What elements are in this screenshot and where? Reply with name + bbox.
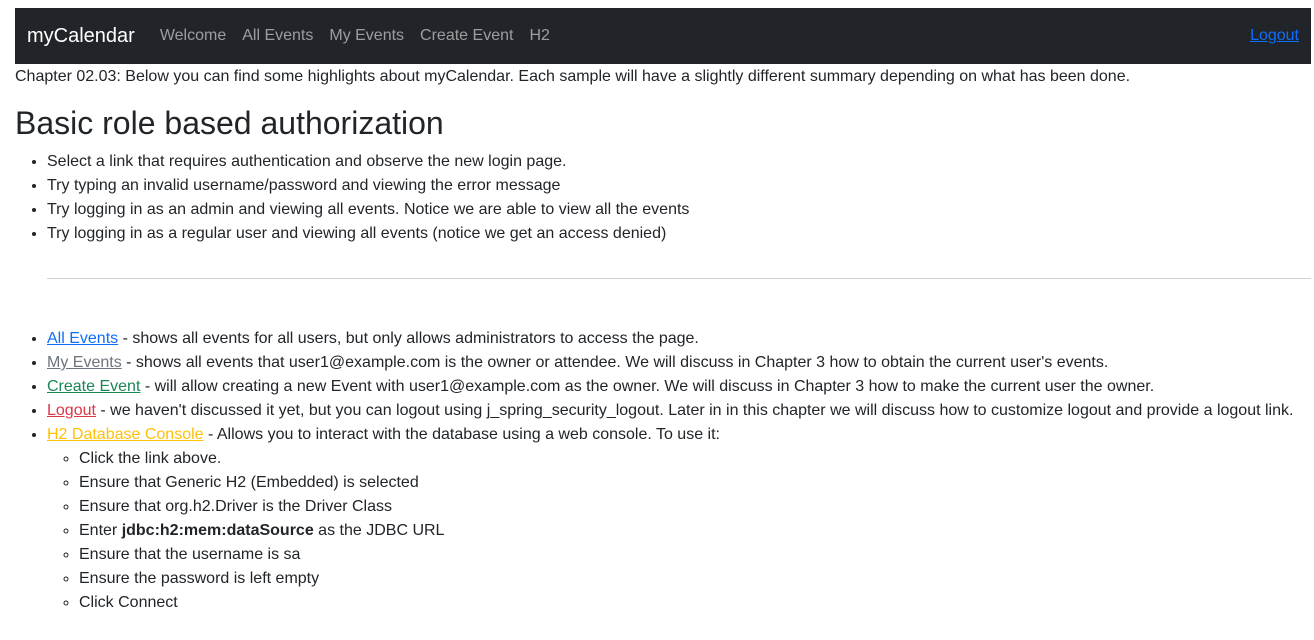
feature-item-create-event: Create Event - will allow creating a new… [47, 375, 1311, 399]
jdbc-url: jdbc:h2:mem:dataSource [121, 522, 314, 539]
step-prefix: Enter [79, 522, 122, 539]
list-item: Try typing an invalid username/password … [47, 174, 1307, 198]
h2-steps-list: Click the link above. Ensure that Generi… [47, 447, 1311, 615]
features-list: All Events - shows all events for all us… [15, 327, 1311, 615]
feature-item-logout: Logout - we haven't discussed it yet, bu… [47, 399, 1311, 423]
nav-h2[interactable]: H2 [529, 27, 549, 45]
list-item: Click the link above. [79, 447, 1311, 471]
feature-description: - shows all events for all users, but on… [118, 330, 699, 347]
list-item: Try logging in as an admin and viewing a… [47, 198, 1307, 222]
list-item: Ensure the password is left empty [79, 567, 1311, 591]
steps-list: Select a link that requires authenticati… [15, 150, 1307, 246]
feature-item-all-events: All Events - shows all events for all us… [47, 327, 1311, 351]
logout-link[interactable]: Logout [1250, 27, 1299, 44]
list-item: Click Connect [79, 591, 1311, 615]
create-event-link[interactable]: Create Event [47, 378, 140, 395]
nav-links: Welcome All Events My Events Create Even… [160, 27, 566, 45]
feature-item-h2-console: H2 Database Console - Allows you to inte… [47, 423, 1311, 615]
step-suffix: as the JDBC URL [313, 522, 445, 539]
nav-right: Logout [1250, 27, 1299, 45]
list-item: Ensure that org.h2.Driver is the Driver … [79, 495, 1311, 519]
page: myCalendar Welcome All Events My Events … [0, 0, 1314, 640]
list-item: Enter jdbc:h2:mem:dataSource as the JDBC… [79, 519, 1311, 543]
nav-create-event[interactable]: Create Event [420, 27, 513, 45]
feature-description: - will allow creating a new Event with u… [140, 378, 1155, 395]
list-item: Select a link that requires authenticati… [47, 150, 1307, 174]
h2-console-link[interactable]: H2 Database Console [47, 426, 204, 443]
feature-description: - shows all events that user1@example.co… [121, 354, 1109, 371]
feature-description: - Allows you to interact with the databa… [203, 426, 720, 443]
brand-link[interactable]: myCalendar [27, 25, 135, 48]
top-navbar: myCalendar Welcome All Events My Events … [15, 8, 1311, 64]
feature-item-my-events: My Events - shows all events that user1@… [47, 351, 1311, 375]
all-events-link[interactable]: All Events [47, 330, 118, 347]
my-events-link[interactable]: My Events [47, 354, 122, 371]
nav-welcome[interactable]: Welcome [160, 27, 226, 45]
feature-description: - we haven't discussed it yet, but you c… [95, 402, 1294, 419]
list-item: Ensure that Generic H2 (Embedded) is sel… [79, 471, 1311, 495]
list-item: Ensure that the username is sa [79, 543, 1311, 567]
divider [47, 278, 1311, 279]
intro-text: Chapter 02.03: Below you can find some h… [15, 68, 1131, 85]
nav-my-events[interactable]: My Events [329, 27, 404, 45]
list-item: Try logging in as a regular user and vie… [47, 222, 1307, 246]
page-title: Basic role based authorization [15, 105, 444, 141]
nav-all-events[interactable]: All Events [242, 27, 313, 45]
logout-feature-link[interactable]: Logout [47, 402, 96, 419]
